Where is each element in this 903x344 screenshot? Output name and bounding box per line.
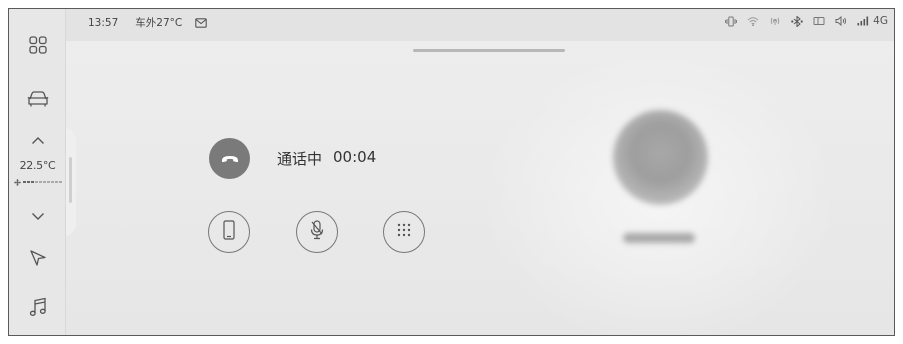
network-type: 4G [873, 15, 888, 27]
status-right: 4G [725, 15, 888, 27]
handset-mode-icon [223, 219, 235, 245]
cabin-temperature: 22.5°C [19, 159, 56, 172]
navigation-icon [29, 249, 47, 267]
car-infotainment-screen: 22.5°C 13:57 车外27°C 4G 通话中 00:04 [8, 8, 895, 336]
fan-level-segment [58, 181, 62, 183]
clock: 13:57 [88, 16, 119, 29]
fan-level-segment [50, 181, 54, 183]
status-bar: 13:57 车外27°C 4G [66, 9, 894, 41]
climate-control[interactable]: 22.5°C [9, 159, 66, 191]
caller-avatar [613, 110, 708, 205]
fan-icon [13, 173, 21, 191]
music-icon [29, 297, 47, 317]
mute-microphone-icon [310, 219, 324, 245]
fan-level-segment [30, 181, 34, 183]
caller-name-blurred [623, 233, 695, 243]
volume-icon [835, 16, 847, 26]
temp-down-button[interactable] [9, 205, 66, 227]
left-sidebar: 22.5°C [9, 9, 66, 335]
fan-level [9, 173, 66, 191]
call-duration: 00:04 [333, 148, 377, 166]
call-status: 通话中 00:04 [277, 148, 376, 169]
bluetooth-icon [791, 15, 803, 27]
chevron-up-icon [31, 136, 45, 145]
apps-button[interactable] [9, 31, 66, 59]
navigation-button[interactable] [9, 245, 66, 271]
fan-level-segment [26, 181, 30, 183]
dialpad-button[interactable] [383, 211, 425, 253]
chevron-down-icon [31, 212, 45, 221]
music-button[interactable] [9, 293, 66, 321]
dialpad-icon [397, 223, 411, 242]
message-icon[interactable] [195, 17, 207, 28]
car-icon [27, 90, 49, 108]
fan-level-bar [22, 181, 62, 183]
fan-level-segment [34, 181, 38, 183]
outside-temperature: 车外27°C [135, 17, 183, 29]
apps-icon [28, 36, 47, 54]
signal-icon: 4G [857, 15, 888, 27]
fan-level-segment [46, 181, 50, 183]
hang-up-button[interactable] [209, 138, 250, 179]
wifi-icon [747, 16, 759, 26]
fan-level-segment [22, 181, 26, 183]
temp-up-button[interactable] [9, 129, 66, 151]
status-left: 13:57 车外27°C [88, 15, 207, 30]
vehicle-button[interactable] [9, 85, 66, 113]
handset-mode-button[interactable] [208, 211, 250, 253]
fan-level-segment [38, 181, 42, 183]
mute-button[interactable] [296, 211, 338, 253]
screen-cast-icon [813, 16, 825, 26]
drawer-handle[interactable] [69, 157, 72, 203]
fan-level-segment [42, 181, 46, 183]
vibrate-icon [725, 16, 738, 27]
call-status-label: 通话中 [277, 150, 323, 168]
hang-up-icon [221, 150, 239, 168]
hotspot-icon [769, 16, 781, 26]
fan-level-segment [54, 181, 58, 183]
